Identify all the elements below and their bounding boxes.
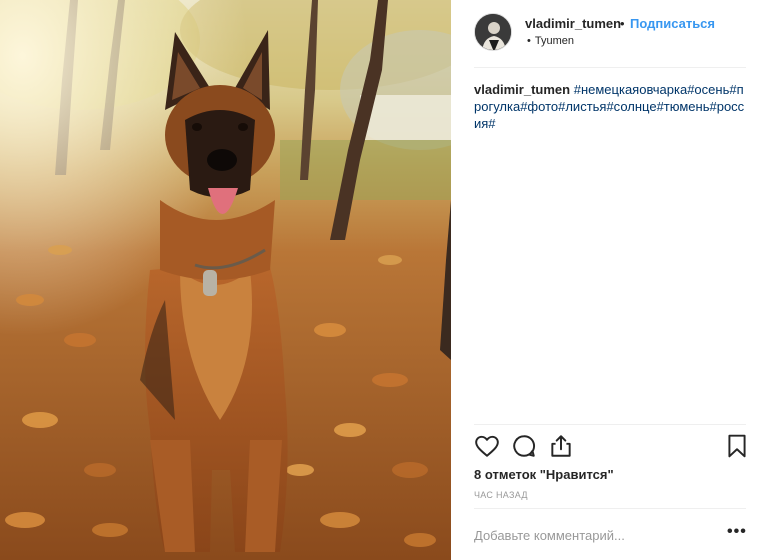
location-bullet: • bbox=[527, 35, 531, 47]
avatar-image bbox=[475, 14, 511, 50]
comment-divider bbox=[474, 508, 746, 509]
heart-icon[interactable] bbox=[474, 433, 500, 459]
bookmark-icon[interactable] bbox=[724, 433, 750, 459]
location-link[interactable]: • Tyumen bbox=[527, 35, 574, 47]
post-header: vladimir_tumen • Подписаться • Tyumen bbox=[451, 0, 760, 68]
header-divider bbox=[474, 67, 746, 68]
post-timestamp[interactable]: час назад bbox=[474, 490, 528, 500]
location-label: Tyumen bbox=[534, 35, 574, 47]
separator-dot: • bbox=[620, 16, 625, 31]
likes-count[interactable]: 8 отметок "Нравится" bbox=[474, 467, 614, 482]
post-photo[interactable] bbox=[0, 0, 451, 560]
follow-button[interactable]: Подписаться bbox=[630, 16, 715, 31]
share-upload-icon[interactable] bbox=[548, 433, 574, 459]
post-caption: vladimir_tumen #немецкаяовчарка#осень#пр… bbox=[474, 81, 749, 132]
action-bar bbox=[474, 433, 746, 461]
caption-username-link[interactable]: vladimir_tumen bbox=[474, 82, 570, 97]
more-options-button[interactable]: ••• bbox=[727, 523, 747, 541]
username-link[interactable]: vladimir_tumen bbox=[525, 16, 621, 31]
avatar[interactable] bbox=[474, 13, 512, 51]
comment-input[interactable] bbox=[474, 526, 714, 544]
german-shepherd-photo bbox=[0, 0, 451, 560]
actions-divider bbox=[474, 424, 746, 425]
comment-bubble-icon[interactable] bbox=[511, 433, 537, 459]
post-sidebar: vladimir_tumen • Подписаться • Tyumen vla… bbox=[451, 0, 760, 560]
